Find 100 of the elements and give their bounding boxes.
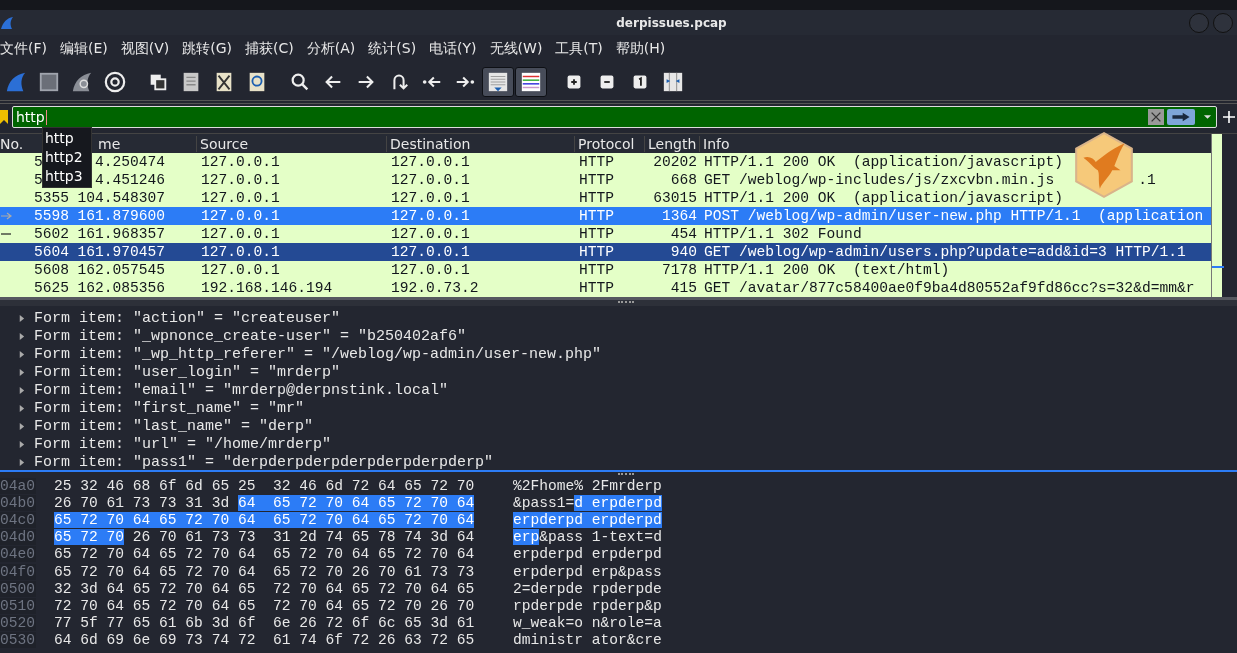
table-cell: 104.548307 [77,190,165,206]
offset-label: 0500 [0,580,36,597]
hex-bytes: 77 5f 77 65 61 6b 3d 6f 6e 26 72 6f 6c 65 3d 61 [54,615,475,632]
table-cell: HTTP [579,154,615,170]
table-cell: HTTP/1.1 200 OK (application/javascript) [704,190,1064,206]
menu-item[interactable]: 捕获(C) [245,40,294,58]
table-cell: 192.0.73.2 [391,280,479,296]
restart-fin-icon [71,70,93,93]
table-cell: 127.0.0.1 [201,244,280,260]
table-cell: 127.0.0.1 [391,172,470,188]
expand-icon[interactable] [18,404,25,412]
table-cell: 127.0.0.1 [391,190,470,206]
table-cell: 161.879600 [77,208,165,224]
column-header[interactable]: Source [197,135,387,152]
ascii-text: erpderpd erp&pass [513,563,662,580]
column-header[interactable]: Destination [387,135,575,152]
table-cell: HTTP [579,172,615,188]
table-cell: HTTP [579,226,615,242]
table-cell: .1 [1138,172,1156,188]
packet-row[interactable]: 5355 104.548307 127.0.0.1 127.0.0.1 HTTP 63015 HTTP/1.1 200 OK (application/javascript) [0,189,1212,207]
table-cell: 161.970457 [77,244,165,260]
clear-icon[interactable] [1148,109,1164,125]
expand-icon[interactable] [18,440,25,448]
packet-row[interactable]: 5598 161.879600 127.0.0.1 127.0.0.1 HTTP 1364 POST /weblog/wp-admin/user-new.php HTTP/1.1 (application [0,207,1212,225]
tree-item[interactable]: Form item: "user_login" = "mrderp" [34,363,341,381]
offset-label: 04b0 [0,494,36,511]
table-cell: HTTP/1.1 302 Found [704,226,862,242]
tree-item[interactable]: Form item: "email" = "mrderp@derpnstink.local" [34,381,449,399]
menu-item[interactable]: 工具(T) [555,40,603,58]
menu-item[interactable]: 帮助(H) [615,40,666,58]
expand-icon[interactable] [18,458,25,466]
expand-icon[interactable] [18,332,25,340]
expand-icon[interactable] [18,350,25,358]
packet-row[interactable]: 5602 161.968357 127.0.0.1 127.0.0.1 HTTP 454 HTTP/1.1 302 Found [0,225,1212,243]
table-cell: 20202 [653,154,697,170]
toolbar-button[interactable] [515,66,547,97]
menu-item[interactable]: 视图(V) [120,40,170,58]
menu-item[interactable]: 编辑(E) [60,40,108,58]
tree-item[interactable]: Form item: "last_name" = "derp" [34,417,314,435]
packet-row[interactable]: 5608 162.057545 127.0.0.1 127.0.0.1 HTTP 7178 HTTP/1.1 200 OK (text/html) [0,261,1212,279]
offset-label: 04a0 [0,477,36,494]
expand-icon[interactable] [18,386,25,394]
tree-item[interactable]: Form item: "action" = "createuser" [34,309,341,327]
table-cell: 5608 [34,262,70,278]
tree-item[interactable]: Form item: "_wpnonce_create-user" = "b250402af6" [34,327,467,345]
tree-item[interactable]: Form item: "url" = "/home/mrderp" [34,435,332,453]
table-cell: 5602 [34,226,70,242]
hex-bytes: 65 72 70 64 65 72 70 64 65 72 70 64 65 72 70 64 [54,511,475,528]
table-cell: 127.0.0.1 [391,154,470,170]
expand-icon[interactable] [18,368,25,376]
dash-icon [1,230,13,238]
tree-item[interactable]: Form item: "first_name" = "mr" [34,399,305,417]
table-cell: 127.0.0.1 [201,154,280,170]
offset-label: 04e0 [0,546,36,563]
table-cell: 127.0.0.1 [391,262,470,278]
ascii-text: &pass1= [513,494,575,511]
table-cell: GET /avatar/877c58400ae0f9ba4d80552af9fd86cc?s=32&d=mm&r [704,280,1195,296]
table-cell: 5355 [34,190,70,206]
tree-item[interactable]: Form item: "pass1" = "derpderpderpderpderpderpderp" [34,453,494,471]
offset-label: 0510 [0,597,36,614]
menu-item[interactable]: 电话(Y) [429,40,477,58]
hex-bytes: 65 72 70 [54,529,125,546]
bird-icon[interactable] [1073,131,1135,199]
table-cell: 5625 [34,280,70,296]
filter-field[interactable]: http [12,106,1217,128]
add-filter-icon[interactable] [1223,111,1235,123]
table-cell: 5 [34,154,43,170]
columns-icon [662,70,684,93]
table-cell: 415 [670,280,697,296]
packet-row[interactable]: 5625 162.085356 192.168.146.194 192.0.73.2 HTTP 415 GET /avatar/877c58400ae0f9ba4d80552af9fd86cc?s=32&d=mm&r [0,279,1212,297]
offset-label: 04d0 [0,529,36,546]
autoscroll-icon [487,70,509,93]
dropdown-caret-icon[interactable] [1203,114,1212,120]
table-cell: 63015 [653,190,697,206]
menu-item[interactable]: 跳转(G) [182,40,233,58]
hex-bytes: 26 70 61 73 73 31 3d [54,494,231,511]
column-header[interactable]: Protocol [575,135,645,152]
bookmark-icon[interactable] [0,110,8,124]
expand-icon[interactable] [18,314,25,322]
expand-icon[interactable] [18,422,25,430]
menu-item[interactable]: 文件(F) [0,40,47,58]
offset-label: 04c0 [0,511,36,528]
ascii-text: rpderpde rpderp&p [513,597,662,614]
table-cell: 940 [670,244,697,260]
menu-item[interactable]: 统计(S) [368,40,417,58]
menu-item[interactable]: 无线(W) [489,40,543,58]
menu-item[interactable]: 分析(A) [306,40,356,58]
toolbar-button[interactable] [482,66,514,97]
ascii-text: w_weak=o n&role=a [513,615,662,632]
offset-label: 04f0 [0,563,36,580]
packet-row[interactable]: 5604 161.970457 127.0.0.1 127.0.0.1 HTTP 940 GET /weblog/wp-admin/users.php?update=add&id=3 HTTP/1.1 [0,243,1212,261]
column-header[interactable]: Length [645,135,700,152]
tree-item[interactable]: Form item: "_wp_http_referer" = "/weblog/wp-admin/user-new.php" [34,345,602,363]
table-cell: 127.0.0.1 [201,262,280,278]
stop-icon [38,70,60,93]
table-cell: 127.0.0.1 [391,226,470,242]
hex-bytes: 26 70 61 73 73 31 2d 74 65 78 74 3d 64 [131,529,475,546]
table-cell: POST /weblog/wp-admin/user-new.php HTTP/1.1 (application [704,208,1204,224]
arrow-icon [1,212,13,220]
table-cell: 1364 [661,208,697,224]
